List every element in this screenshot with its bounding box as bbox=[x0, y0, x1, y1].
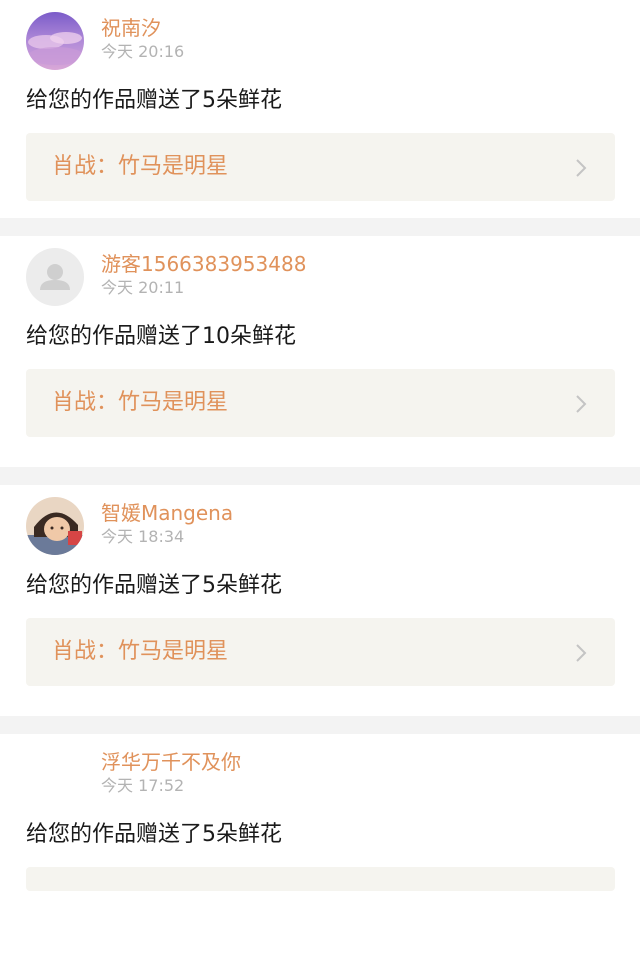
blank-avatar-icon bbox=[26, 746, 84, 804]
notification-card: 祝南汐 今天 20:16 给您的作品赠送了5朵鲜花 肖战：竹马是明星 bbox=[0, 0, 640, 220]
notification-card: 浮华万千不及你 今天 17:52 给您的作品赠送了5朵鲜花 bbox=[0, 734, 640, 954]
work-title: 肖战：竹马是明星 bbox=[52, 639, 229, 664]
notification-card: 智媛Mangena 今天 18:34 给您的作品赠送了5朵鲜花 肖战：竹马是明星 bbox=[0, 485, 640, 705]
chevron-right-icon bbox=[576, 159, 587, 177]
username[interactable]: 智媛Mangena bbox=[101, 500, 233, 526]
gift-message: 给您的作品赠送了10朵鲜花 bbox=[26, 324, 296, 349]
purple-sky-avatar-icon bbox=[26, 12, 84, 70]
timestamp: 今天 20:11 bbox=[101, 278, 185, 297]
username[interactable]: 祝南汐 bbox=[101, 15, 161, 41]
avatar[interactable] bbox=[26, 497, 84, 555]
avatar[interactable] bbox=[26, 248, 84, 306]
chevron-right-icon bbox=[576, 395, 587, 413]
chevron-right-icon bbox=[576, 644, 587, 662]
separator bbox=[0, 467, 640, 485]
separator bbox=[0, 218, 640, 236]
timestamp: 今天 18:34 bbox=[101, 527, 185, 546]
photo-avatar-icon bbox=[26, 497, 84, 555]
work-link[interactable]: 肖战：竹马是明星 bbox=[26, 133, 615, 201]
timestamp: 今天 20:16 bbox=[101, 42, 185, 61]
gift-message: 给您的作品赠送了5朵鲜花 bbox=[26, 88, 282, 113]
avatar[interactable] bbox=[26, 12, 84, 70]
avatar[interactable] bbox=[26, 746, 84, 804]
work-link[interactable] bbox=[26, 867, 615, 891]
gift-message: 给您的作品赠送了5朵鲜花 bbox=[26, 822, 282, 847]
separator bbox=[0, 716, 640, 734]
default-user-avatar-icon bbox=[26, 248, 84, 306]
work-link[interactable]: 肖战：竹马是明星 bbox=[26, 369, 615, 437]
username[interactable]: 浮华万千不及你 bbox=[101, 749, 241, 775]
work-link[interactable]: 肖战：竹马是明星 bbox=[26, 618, 615, 686]
username[interactable]: 游客1566383953488 bbox=[101, 251, 306, 277]
work-title: 肖战：竹马是明星 bbox=[52, 154, 229, 179]
gift-message: 给您的作品赠送了5朵鲜花 bbox=[26, 573, 282, 598]
timestamp: 今天 17:52 bbox=[101, 776, 185, 795]
notification-card: 游客1566383953488 今天 20:11 给您的作品赠送了10朵鲜花 肖… bbox=[0, 236, 640, 456]
work-title: 肖战：竹马是明星 bbox=[52, 390, 229, 415]
